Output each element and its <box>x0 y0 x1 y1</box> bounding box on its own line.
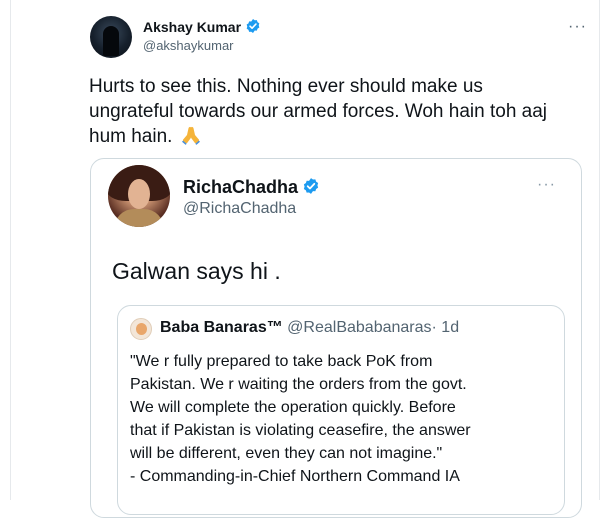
more-options-icon[interactable]: ··· <box>568 18 587 36</box>
nested-quote-line: Pakistan. We r waiting the orders from t… <box>130 376 467 393</box>
author-handle[interactable]: @akshaykumar <box>143 38 234 53</box>
quoted-author-name-text[interactable]: RichaChadha <box>183 177 298 197</box>
nested-quote-line: "We r fully prepared to take back PoK fr… <box>130 353 433 370</box>
nested-author-handle[interactable]: @RealBababanaras <box>287 319 431 336</box>
quoted-author-name[interactable]: RichaChadha <box>183 177 320 198</box>
quoted-more-options-icon[interactable]: ··· <box>537 176 556 194</box>
nested-quote-text: "We r fully prepared to take back PoK fr… <box>130 350 555 488</box>
nested-timestamp[interactable]: · 1d <box>432 319 460 336</box>
tweet-text: Hurts to see this. Nothing ever should m… <box>89 74 569 149</box>
nested-author-name[interactable]: Baba Banaras™ <box>160 319 283 336</box>
nested-quote-line: that if Pakistan is violating ceasefire,… <box>130 422 471 439</box>
nested-quote-line: We will complete the operation quickly. … <box>130 399 456 416</box>
author-name-text[interactable]: Akshay Kumar <box>143 19 241 35</box>
quoted-author-handle[interactable]: @RichaChadha <box>183 200 296 218</box>
folded-hands-icon <box>181 126 200 145</box>
timeline-left-border <box>10 0 11 500</box>
nested-author-line: Baba Banaras™ @RealBababanaras· 1d <box>160 319 459 337</box>
avatar[interactable] <box>90 16 132 58</box>
verified-badge-icon <box>246 19 260 33</box>
quoted-tweet-text: Galwan says hi . <box>112 258 281 284</box>
tweet-text-body: Hurts to see this. Nothing ever should m… <box>89 76 548 147</box>
nested-quote-line: will be different, even they can not ima… <box>130 445 443 462</box>
quoted-author-avatar[interactable] <box>108 165 170 227</box>
author-name[interactable]: Akshay Kumar <box>143 18 261 35</box>
verified-badge-icon <box>303 178 319 194</box>
nested-author-avatar[interactable] <box>130 318 152 340</box>
nested-quote-line: - Commanding-in-Chief Northern Command I… <box>130 468 460 485</box>
